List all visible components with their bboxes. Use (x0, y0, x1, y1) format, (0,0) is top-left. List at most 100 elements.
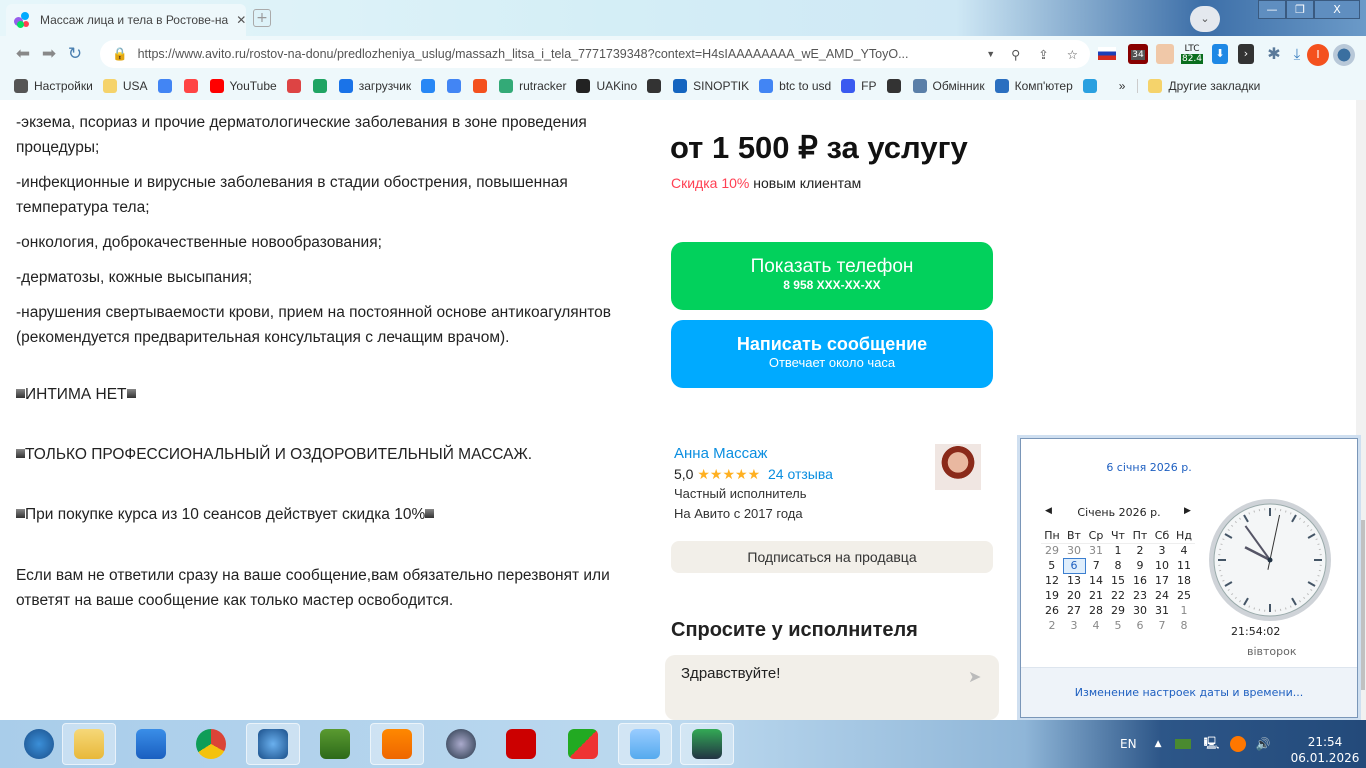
calendar-day[interactable]: 22 (1107, 588, 1129, 603)
calendar-day[interactable]: 13 (1063, 573, 1085, 588)
bookmark-item[interactable] (886, 79, 903, 93)
calendar-day[interactable]: 28 (1085, 603, 1107, 618)
calendar-day[interactable]: 10 (1151, 558, 1173, 573)
bookmark-item[interactable] (473, 79, 489, 93)
month-title[interactable]: Січень 2026 р. (1045, 506, 1193, 519)
tab-search-chevron-icon[interactable]: ⌄ (1190, 6, 1220, 32)
volume-icon[interactable]: 🔊 (1256, 737, 1271, 751)
calendar-day[interactable]: 7 (1085, 558, 1107, 573)
bookmark-item[interactable]: FP (841, 79, 877, 93)
reviews-link[interactable]: 24 отзыва (768, 466, 833, 482)
calendar-day[interactable]: 9 (1129, 558, 1151, 573)
bookmark-item[interactable] (1082, 79, 1099, 93)
show-hidden-icons-icon[interactable]: ▲ (1155, 739, 1162, 749)
calendar-day[interactable]: 26 (1041, 603, 1063, 618)
next-month-icon[interactable]: ▶ (1184, 506, 1191, 516)
taskbar-app-button[interactable] (184, 723, 238, 765)
bookmark-item[interactable] (312, 79, 329, 93)
taskbar-app-button[interactable] (62, 723, 116, 765)
calendar-day[interactable]: 30 (1129, 603, 1151, 618)
calendar-day[interactable]: 23 (1129, 588, 1151, 603)
calendar-day[interactable]: 24 (1151, 588, 1173, 603)
browser-menu-gear-icon[interactable] (1333, 44, 1355, 66)
calendar-day[interactable]: 4 (1085, 618, 1107, 633)
bookmark-item[interactable] (647, 79, 663, 93)
calendar-day[interactable]: 1 (1107, 543, 1129, 558)
write-message-button[interactable]: Написать сообщение Отвечает около часа (671, 320, 993, 388)
calendar-day[interactable]: 30 (1063, 543, 1085, 558)
full-date-link[interactable]: 6 січня 2026 р. (981, 461, 1317, 474)
downloads-icon[interactable]: ⤓ (1288, 44, 1306, 64)
bookmark-item[interactable] (157, 79, 174, 93)
bookmark-item[interactable]: rutracker (499, 79, 566, 93)
send-icon[interactable]: ➤ (968, 667, 981, 686)
bookmark-item[interactable]: Обмінник (912, 79, 985, 93)
calendar-day[interactable]: 12 (1041, 573, 1063, 588)
taskbar-app-button[interactable] (370, 723, 424, 765)
show-phone-button[interactable]: Показать телефон 8 958 XXX-XX-XX (671, 242, 993, 310)
bookmark-item[interactable]: Настройки (14, 79, 93, 93)
new-tab-button[interactable]: + (253, 9, 271, 27)
calendar-day[interactable]: 2 (1129, 543, 1151, 558)
taskbar-app-button[interactable] (308, 723, 362, 765)
browser-tab[interactable]: Массаж лица и тела в Ростове-на ✕ (6, 4, 246, 36)
calendar-day[interactable]: 16 (1129, 573, 1151, 588)
scrollbar-thumb[interactable] (1357, 520, 1365, 690)
calendar-day[interactable]: 2 (1041, 618, 1063, 633)
calendar-day[interactable]: 29 (1107, 603, 1129, 618)
calendar-day[interactable]: 8 (1107, 558, 1129, 573)
calendar-day[interactable]: 25 (1173, 588, 1195, 603)
calendar-day[interactable]: 31 (1151, 603, 1173, 618)
bookmark-item[interactable]: SINOPTIK (673, 79, 749, 93)
bookmark-item[interactable]: YouTube (209, 79, 277, 93)
bookmark-item[interactable] (421, 79, 437, 93)
calendar-day[interactable]: 19 (1041, 588, 1063, 603)
calendar-day[interactable]: 14 (1085, 573, 1107, 588)
seller-name-link[interactable]: Анна Массаж (674, 444, 833, 464)
more-bookmarks-button[interactable]: » (1119, 79, 1126, 93)
back-icon[interactable]: ⬅ (10, 44, 36, 64)
location-blocked-icon[interactable]: ⚲ (1011, 47, 1020, 62)
calendar-day[interactable]: 29 (1041, 543, 1063, 558)
calendar-day[interactable]: 20 (1063, 588, 1085, 603)
calendar-day[interactable]: 27 (1063, 603, 1085, 618)
calendar-day[interactable]: 5 (1041, 558, 1063, 573)
bookmark-item[interactable]: btc to usd (759, 79, 831, 93)
network-icon[interactable]: 🖳 (1203, 734, 1219, 755)
bookmark-item[interactable]: USA (102, 79, 148, 93)
bookmark-item[interactable] (447, 79, 463, 93)
calendar-day[interactable]: 5 (1107, 618, 1129, 633)
calendar-day[interactable]: 11 (1173, 558, 1195, 573)
taskbar-app-button[interactable] (124, 723, 178, 765)
minimize-button[interactable]: — (1258, 0, 1286, 19)
calendar-day[interactable]: 21 (1085, 588, 1107, 603)
calendar-day[interactable]: 31 (1085, 543, 1107, 558)
ltc-ticker-icon[interactable]: LTC 82.4 (1180, 44, 1204, 64)
dropdown-icon[interactable]: ▼ (986, 49, 995, 59)
maximize-button[interactable]: ❐ (1286, 0, 1314, 19)
bookmark-item[interactable]: загрузчик (338, 79, 411, 93)
download-helper-icon[interactable]: ⬇ (1212, 44, 1228, 64)
profile-avatar[interactable]: I (1307, 44, 1329, 66)
calendar-day[interactable]: 3 (1151, 543, 1173, 558)
address-bar[interactable]: 🔒 https://www.avito.ru/rostov-na-donu/pr… (100, 40, 1090, 68)
share-icon[interactable]: ⇪ (1038, 47, 1048, 62)
memory-tray-icon[interactable] (1175, 739, 1192, 749)
ask-message-input[interactable]: Здравствуйте! (665, 655, 999, 720)
language-indicator[interactable]: EN (1120, 737, 1137, 751)
calendar-day[interactable]: 7 (1151, 618, 1173, 633)
bookmark-item[interactable]: UAKino (576, 79, 637, 93)
date-time-settings-link[interactable]: Изменение настроек даты и времени... (1021, 667, 1357, 717)
subscribe-button[interactable]: Подписаться на продавца (671, 541, 993, 573)
calendar-day[interactable]: 1 (1173, 603, 1195, 618)
taskbar-app-button[interactable] (12, 723, 66, 765)
bookmark-item[interactable]: Комп'ютер (994, 79, 1073, 93)
taskbar-app-button[interactable] (494, 723, 548, 765)
seller-avatar[interactable] (935, 444, 981, 490)
taskbar-app-button[interactable] (246, 723, 300, 765)
close-tab-icon[interactable]: ✕ (236, 13, 246, 27)
face-extension-icon[interactable] (1156, 44, 1174, 64)
calendar-day[interactable]: 4 (1173, 543, 1195, 558)
flag-ru-icon[interactable] (1098, 47, 1116, 60)
avast-icon[interactable] (1229, 736, 1246, 752)
